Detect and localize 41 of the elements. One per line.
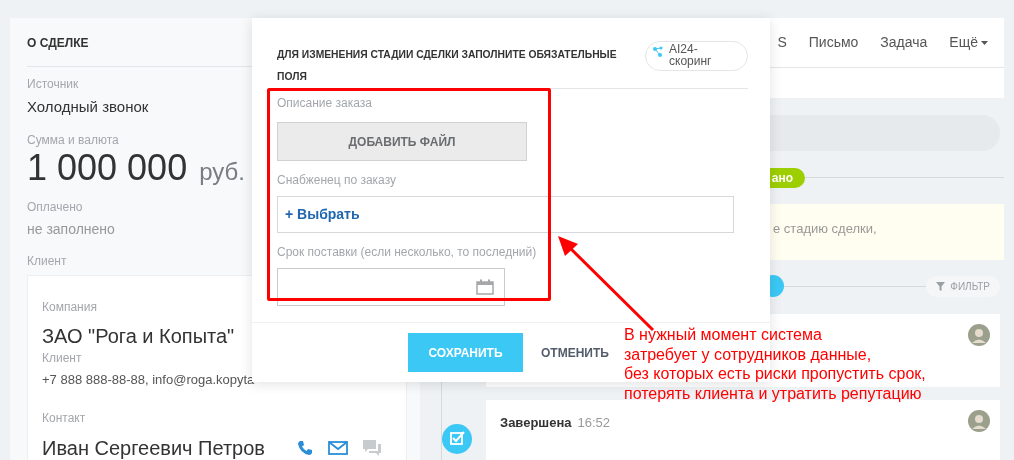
field-value: Холодный звонок [27, 97, 149, 117]
currency: руб. [199, 159, 245, 184]
avatar [968, 410, 990, 432]
network-icon [653, 46, 663, 57]
company-contacts: +7 888 888-88-88, info@roga.kopyta [42, 370, 256, 389]
filter-icon [936, 281, 946, 291]
action-tab[interactable]: Задача [880, 32, 928, 53]
panel-title: О СДЕЛКЕ [27, 35, 90, 52]
field-label: Срок поставки (если несколько, то последний) [277, 244, 537, 261]
add-file-button[interactable]: ДОБАВИТЬ ФАЙЛ [277, 122, 527, 161]
amount-value: 1 000 000 [27, 149, 188, 186]
annotation-text: В нужный момент система затребует у сотрудников данные, без которых есть риски пропустить срок, потерять клиента и утратить репутацию [624, 325, 926, 403]
avatar [968, 324, 990, 346]
phone-icon[interactable] [296, 439, 314, 457]
field-label: Компания [42, 298, 97, 316]
action-tab[interactable]: Ещё [949, 32, 988, 53]
badge-text: AI24-скоринг [669, 43, 713, 67]
date-field[interactable] [277, 268, 505, 306]
select-link[interactable]: + Выбрать [285, 204, 360, 225]
action-tab[interactable]: Письмо [808, 32, 859, 53]
field-value: не заполнено [27, 219, 115, 239]
field-label: Клиент [27, 252, 67, 270]
field-label: Клиент [42, 349, 82, 367]
event-status: Завершена [500, 414, 572, 432]
field-label: Сумма и валюта [27, 131, 119, 149]
action-tab[interactable]: S [777, 32, 787, 53]
notice-text: е стадию сделки, [773, 220, 877, 236]
mail-icon[interactable] [328, 441, 348, 455]
selector-field[interactable]: + Выбрать [277, 196, 734, 233]
field-label: Оплачено [27, 198, 83, 216]
calendar-icon [476, 279, 494, 295]
dialog-title: ДЛЯ ИЗМЕНЕНИЯ СТАДИИ СДЕЛКИ ЗАПОЛНИТЕ ОБЯЗАТЕЛЬНЫЕ ПОЛЯ [277, 48, 618, 84]
field-label: Снабженец по заказу [277, 172, 396, 189]
event-time: 16:52 [577, 414, 611, 432]
caret-icon [981, 40, 988, 45]
field-label: Источник [27, 76, 79, 93]
field-label: Описание заказа [277, 95, 372, 112]
field-label: Контакт [42, 410, 86, 427]
task-done-icon [442, 424, 472, 454]
contact-name[interactable]: Иван Сергеевич Петров [42, 433, 265, 460]
cancel-button[interactable]: ОТМЕНИТЬ [541, 333, 609, 372]
